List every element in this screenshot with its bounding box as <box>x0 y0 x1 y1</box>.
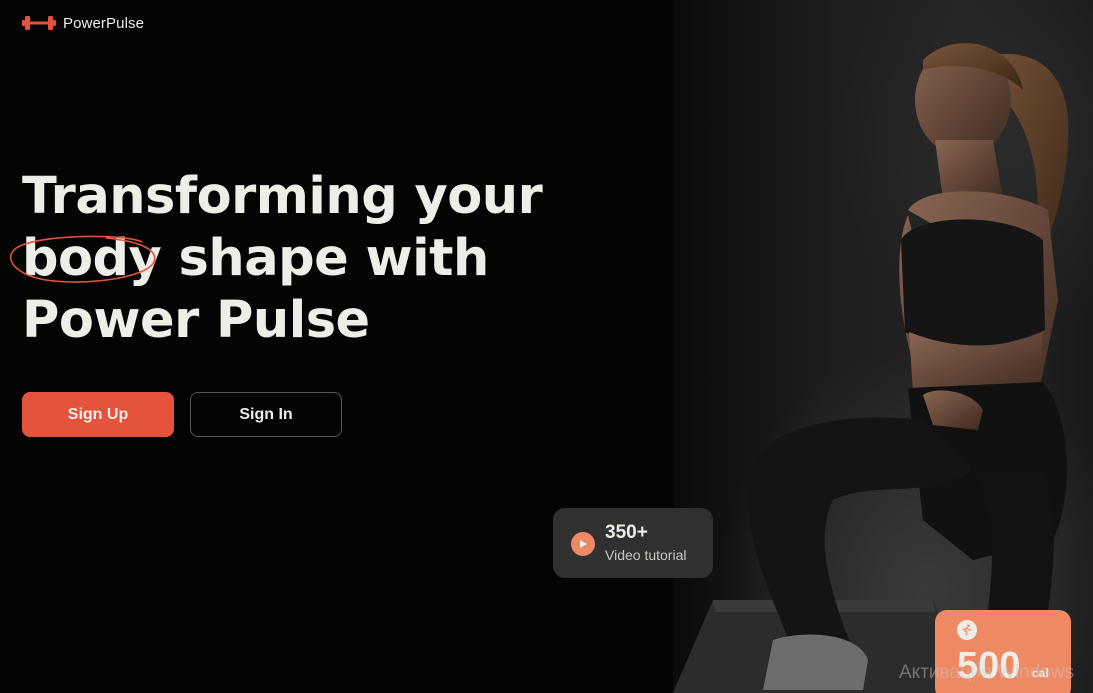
sign-up-button[interactable]: Sign Up <box>22 392 174 437</box>
hero-title-line-2: body shape with <box>9 228 542 290</box>
hero-title: Transforming your body shape with Power … <box>9 166 543 352</box>
dumbbell-icon <box>22 16 56 30</box>
logo[interactable]: PowerPulse <box>22 12 144 34</box>
sign-in-button[interactable]: Sign In <box>190 392 342 437</box>
play-icon <box>571 532 595 556</box>
video-tutorial-card[interactable]: 350+ Video tutorial <box>553 508 713 578</box>
hero-photo <box>673 0 1093 693</box>
video-label: Video tutorial <box>605 547 687 563</box>
highlighted-word-text: body <box>22 229 162 288</box>
video-card-text: 350+ Video tutorial <box>605 522 686 564</box>
video-count: 350+ <box>605 522 648 543</box>
windows-activation-watermark: Активация Windows <box>899 662 1075 683</box>
running-icon <box>957 620 977 640</box>
hero-title-line-1: Transforming your <box>22 167 543 226</box>
highlighted-word: body <box>9 228 162 290</box>
hero-title-line-3: Power Pulse <box>22 291 370 350</box>
hero-title-line-2-rest: shape with <box>161 229 490 288</box>
logo-text: PowerPulse <box>63 14 145 32</box>
athlete-silhouette <box>673 43 1069 693</box>
